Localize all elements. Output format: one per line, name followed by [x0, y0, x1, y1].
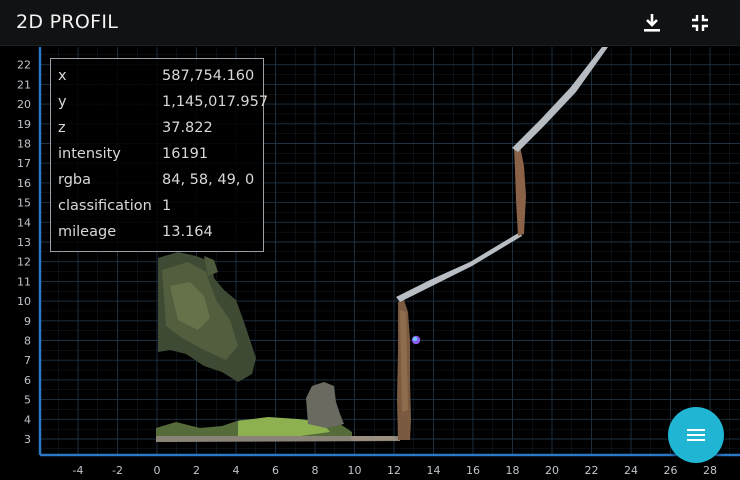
- y-tick-label: 13: [17, 236, 31, 249]
- y-tick-label: 10: [17, 295, 31, 308]
- info-value: 587,754.160: [162, 68, 255, 84]
- menu-fab-button[interactable]: [668, 407, 724, 463]
- info-value: 1: [162, 198, 172, 214]
- y-tick-label: 21: [17, 78, 31, 91]
- info-value: 1,145,017.957: [162, 94, 269, 110]
- x-tick-label: 20: [545, 464, 559, 477]
- y-tick-label: 15: [17, 197, 31, 210]
- y-tick-label: 8: [24, 335, 31, 348]
- info-key: x: [58, 68, 67, 84]
- exit-fullscreen-button[interactable]: [686, 9, 714, 37]
- x-tick-label: -4: [73, 464, 84, 477]
- x-tick-label: 28: [703, 464, 717, 477]
- y-tick-label: 5: [24, 394, 31, 407]
- info-value: 16191: [162, 146, 209, 162]
- x-tick-label: 16: [466, 464, 480, 477]
- y-tick-label: 9: [24, 315, 31, 328]
- info-row-rgba: rgba 84, 58, 49, 0: [58, 172, 254, 194]
- y-tick-label: 18: [17, 138, 31, 151]
- y-tick-label: 11: [17, 275, 31, 288]
- y-tick-label: 7: [24, 354, 31, 367]
- menu-icon: [687, 429, 705, 441]
- info-row-mileage: mileage 13.164: [58, 224, 213, 246]
- info-key: y: [58, 94, 67, 110]
- x-tick-label: 26: [664, 464, 678, 477]
- y-tick-label: 16: [17, 177, 31, 190]
- ground-vegetation-points: [156, 382, 400, 442]
- download-button[interactable]: [638, 9, 666, 37]
- info-key: classification: [58, 198, 152, 214]
- y-tick-label: 22: [17, 59, 31, 72]
- info-value: 84, 58, 49, 0: [162, 172, 255, 188]
- download-icon: [644, 14, 660, 32]
- x-tick-label: 14: [427, 464, 441, 477]
- y-tick-label: 3: [24, 433, 31, 446]
- info-key: intensity: [58, 146, 121, 162]
- selected-point-marker[interactable]: [411, 335, 421, 345]
- y-tick-label: 6: [24, 374, 31, 387]
- y-tick-label: 14: [17, 216, 31, 229]
- info-row-y: y 1,145,017.957: [58, 94, 268, 116]
- x-tick-label: 12: [387, 464, 401, 477]
- x-tick-label: 24: [624, 464, 638, 477]
- window-title: 2D PROFIL: [16, 11, 119, 33]
- x-tick-label: 22: [585, 464, 599, 477]
- info-value: 13.164: [162, 224, 213, 240]
- y-tick-label: 17: [17, 157, 31, 170]
- info-row-z: z 37.822: [58, 120, 213, 142]
- info-row-x: x 587,754.160: [58, 68, 254, 90]
- info-row-classification: classification 1: [58, 198, 171, 220]
- x-tick-label: 0: [154, 464, 161, 477]
- info-value: 37.822: [162, 120, 213, 136]
- y-tick-label: 19: [17, 118, 31, 131]
- info-row-intensity: intensity 16191: [58, 146, 208, 168]
- x-axis-tick-labels: -4 -2 0 2 4 6 8 10 12 14 16 18 20 22 24 26 28: [73, 464, 717, 477]
- x-tick-label: 2: [193, 464, 200, 477]
- upper-slope-points: [512, 47, 608, 152]
- fullscreen-exit-icon: [692, 15, 708, 31]
- y-tick-label: 12: [17, 256, 31, 269]
- title-bar: 2D PROFIL: [0, 0, 740, 46]
- x-tick-label: 10: [348, 464, 362, 477]
- x-tick-label: 8: [312, 464, 319, 477]
- y-tick-label: 20: [17, 98, 31, 111]
- point-info-panel: x 587,754.160 y 1,145,017.957 z 37.822 i…: [50, 58, 268, 252]
- x-tick-label: -2: [112, 464, 123, 477]
- info-key: mileage: [58, 224, 117, 240]
- y-tick-label: 4: [24, 413, 31, 426]
- x-tick-label: 18: [506, 464, 520, 477]
- y-axis-tick-labels: 3 4 5 6 7 8 9 10 11 12 13 14 15 16 17 18 19 20 21 22: [17, 59, 31, 446]
- info-key: rgba: [58, 172, 92, 188]
- x-tick-label: 6: [272, 464, 279, 477]
- info-key: z: [58, 120, 66, 136]
- x-tick-label: 4: [233, 464, 240, 477]
